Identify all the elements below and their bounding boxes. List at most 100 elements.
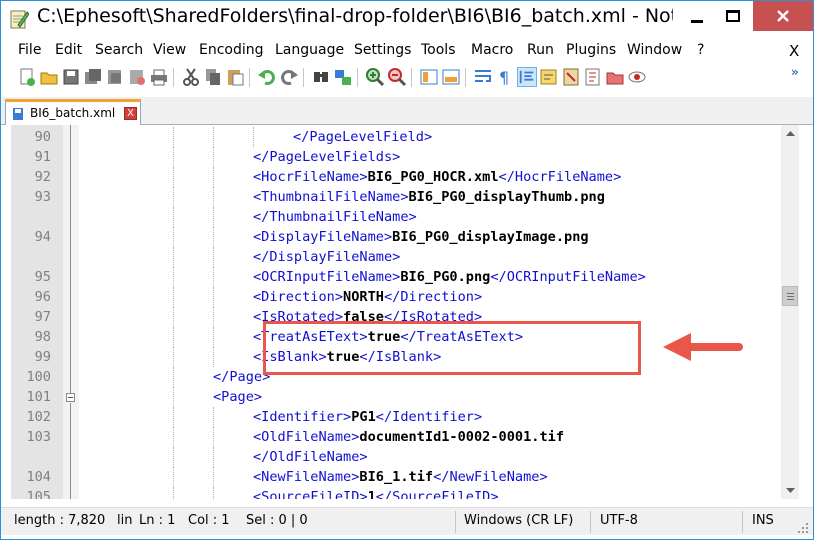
xml-value: 1 — [367, 489, 376, 499]
tab-close-icon[interactable]: X — [124, 107, 137, 120]
code-line[interactable]: 93 <ThumbnailFileName>BI6_PG0_displayThum… — [11, 187, 781, 207]
close-document-button[interactable]: X — [789, 42, 799, 60]
code-line[interactable]: 90 </PageLevelField> — [11, 127, 781, 147]
code-line[interactable]: 104 <NewFileName>BI6_1.tif</NewFileName> — [11, 467, 781, 487]
xml-value: BI6_PG0.png — [400, 269, 491, 285]
scroll-up-button[interactable] — [781, 125, 799, 142]
line-number: 103 — [26, 429, 51, 445]
find-icon[interactable] — [311, 67, 331, 87]
tab-label: BI6_batch.xml — [30, 106, 116, 120]
scroll-down-button[interactable] — [781, 482, 799, 499]
menu-language[interactable]: Language — [275, 42, 344, 58]
close-file-icon[interactable] — [105, 67, 125, 87]
code-line[interactable]: 102 <Identifier>PG1</Identifier> — [11, 407, 781, 427]
menu-plugins[interactable]: Plugins — [566, 42, 616, 58]
resize-grip-icon[interactable] — [795, 520, 809, 534]
code-line[interactable]: </ThumbnailFileName> — [11, 207, 781, 227]
open-file-icon[interactable] — [39, 67, 59, 87]
code-line[interactable]: </OldFileName> — [11, 447, 781, 467]
function-list-icon[interactable] — [583, 67, 603, 87]
menu-window[interactable]: Window — [627, 42, 682, 58]
maximize-button[interactable] — [713, 1, 753, 31]
indent-guide — [213, 447, 214, 467]
menu-help[interactable]: ? — [697, 42, 704, 58]
toolbar-more-button[interactable]: » — [791, 65, 799, 79]
xml-tag: </Identifier> — [375, 409, 483, 425]
xml-value: PG1 — [351, 409, 376, 425]
indent-guide — [173, 367, 174, 387]
xml-tag: </SourceFileID> — [375, 489, 499, 499]
zoom-out-icon[interactable] — [387, 67, 407, 87]
code-content: </Page> — [213, 367, 270, 387]
vertical-scrollbar[interactable] — [781, 125, 799, 499]
paste-icon[interactable] — [225, 67, 245, 87]
code-content: <NewFileName>BI6_1.tif</NewFileName> — [253, 467, 548, 487]
menu-view[interactable]: View — [153, 42, 186, 58]
indent-guide — [213, 427, 214, 447]
indent-guide — [173, 227, 174, 247]
undo-icon[interactable] — [257, 67, 277, 87]
save-icon[interactable] — [61, 67, 81, 87]
code-line[interactable]: 103 <OldFileName>documentId1-0002-0001.ti… — [11, 427, 781, 447]
tab-bar: BI6_batch.xml X — [1, 97, 813, 125]
code-line[interactable]: 92 <HocrFileName>BI6_PG0_HOCR.xml</HocrFi… — [11, 167, 781, 187]
line-number: 91 — [34, 149, 51, 165]
tab-bi6-batch-xml[interactable]: BI6_batch.xml X — [5, 99, 141, 125]
code-line[interactable]: 101 <Page> — [11, 387, 781, 407]
menu-tools[interactable]: Tools — [421, 42, 456, 58]
scroll-thumb[interactable] — [782, 286, 798, 306]
monitoring-icon[interactable] — [627, 67, 647, 87]
indent-guide — [213, 267, 214, 287]
document-map-icon[interactable] — [561, 67, 581, 87]
menu-macro[interactable]: Macro — [471, 42, 513, 58]
print-icon[interactable] — [149, 67, 169, 87]
close-button[interactable] — [753, 1, 813, 31]
indent-guide — [213, 287, 214, 307]
saved-file-icon — [13, 108, 23, 120]
chevron-down-icon — [785, 488, 795, 493]
title-bar: C:\Ephesoft\SharedFolders\final-drop-fol… — [1, 1, 813, 37]
menu-settings[interactable]: Settings — [354, 42, 411, 58]
code-line[interactable]: 91 </PageLevelFields> — [11, 147, 781, 167]
code-line[interactable]: 94 <DisplayFileName>BI6_PG0_displayImage.… — [11, 227, 781, 247]
line-number: 92 — [34, 169, 51, 185]
xml-value: NORTH — [343, 289, 384, 305]
word-wrap-icon[interactable] — [473, 67, 493, 87]
menu-file[interactable]: File — [18, 42, 41, 58]
cut-icon[interactable] — [181, 67, 201, 87]
code-line[interactable]: 95 <OCRInputFileName>BI6_PG0.png</OCRInpu… — [11, 267, 781, 287]
copy-icon[interactable] — [203, 67, 223, 87]
save-all-icon[interactable] — [83, 67, 103, 87]
xml-tag: <ThumbnailFileName> — [253, 189, 409, 205]
minimize-button[interactable] — [681, 1, 713, 31]
indent-guide — [213, 127, 214, 147]
menu-run[interactable]: Run — [527, 42, 554, 58]
indent-guide-icon[interactable] — [517, 67, 537, 87]
replace-icon[interactable] — [333, 67, 353, 87]
line-number: 98 — [34, 329, 51, 345]
indent-guide — [173, 207, 174, 227]
code-line[interactable]: </DisplayFileName> — [11, 247, 781, 267]
code-editor[interactable]: 90 </PageLevelField> 91 </PageLevelFields> 9… — [11, 125, 781, 499]
zoom-in-icon[interactable] — [365, 67, 385, 87]
close-all-icon[interactable] — [127, 67, 147, 87]
sync-vertical-icon[interactable] — [419, 67, 439, 87]
sync-horizontal-icon[interactable] — [441, 67, 461, 87]
code-content: <DisplayFileName>BI6_PG0_displayImage.pn… — [253, 227, 589, 247]
show-all-characters-icon[interactable]: ¶ — [495, 67, 515, 87]
indent-guide — [173, 467, 174, 487]
menu-encoding[interactable]: Encoding — [199, 42, 264, 58]
new-file-icon[interactable] — [17, 67, 37, 87]
indent-guide — [173, 387, 174, 407]
folder-workspace-icon[interactable] — [605, 67, 625, 87]
indent-guide — [213, 327, 214, 347]
code-line[interactable]: 96 <Direction>NORTH</Direction> — [11, 287, 781, 307]
menu-search[interactable]: Search — [95, 42, 143, 58]
code-line[interactable]: 105 <SourceFileID>1</SourceFileID> — [11, 487, 781, 499]
menu-edit[interactable]: Edit — [55, 42, 82, 58]
code-content: <ThumbnailFileName>BI6_PG0_displayThumb.… — [253, 187, 605, 207]
xml-tag: <Page> — [213, 389, 263, 405]
redo-icon[interactable] — [279, 67, 299, 87]
close-icon — [777, 10, 789, 22]
user-language-icon[interactable] — [539, 67, 559, 87]
